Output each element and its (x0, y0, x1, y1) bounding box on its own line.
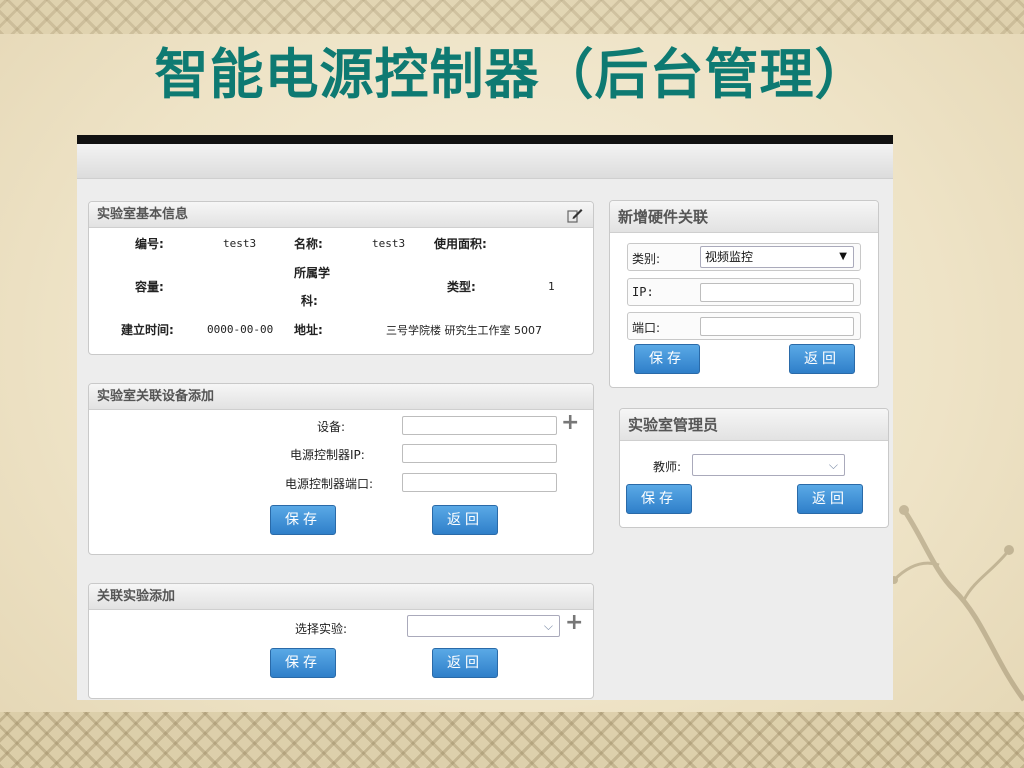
power-port-input[interactable] (402, 473, 557, 492)
hardware-ip-input[interactable] (700, 283, 854, 302)
device-add-title: 实验室关联设备添加 (97, 389, 215, 404)
experiment-add-title: 关联实验添加 (97, 589, 176, 604)
add-experiment-plus-icon[interactable]: + (565, 612, 583, 634)
subject-label-line2: 科: (301, 294, 318, 308)
hardware-save-button[interactable]: 保存 (634, 344, 700, 374)
category-row: 类别: 视频监控 ▼ (627, 243, 861, 271)
device-save-button[interactable]: 保存 (270, 505, 336, 535)
hardware-ip-label: IP: (632, 285, 654, 299)
teacher-select[interactable]: ⌵ (692, 454, 845, 476)
type-value: 1 (548, 280, 555, 293)
app-top-bar (77, 135, 893, 144)
category-select[interactable]: 视频监控 ▼ (700, 246, 854, 268)
chevron-down-icon: ⌵ (543, 619, 553, 633)
decorative-border-top (0, 0, 1024, 34)
created-label: 建立时间: (121, 323, 174, 337)
address-value: 三号学院楼 研究生工作室 5007 (386, 324, 542, 337)
admin-back-button[interactable]: 返回 (797, 484, 863, 514)
type-label: 类型: (447, 280, 476, 294)
lab-info-panel: 实验室基本信息 编号: test3 名称: test3 使用面积: 容量: 所属… (88, 201, 594, 355)
add-device-plus-icon[interactable]: + (561, 412, 579, 434)
device-add-panel: 实验室关联设备添加 设备: + 电源控制器IP: 电源控制器端口: 保存 返回 (88, 383, 594, 555)
chevron-down-icon: ⌵ (828, 458, 838, 472)
area-label: 使用面积: (434, 237, 487, 251)
admin-title: 实验室管理员 (628, 416, 719, 434)
experiment-select[interactable]: ⌵ (407, 615, 560, 637)
app-header (77, 144, 893, 179)
teacher-label: 教师: (653, 460, 682, 474)
device-back-button[interactable]: 返回 (432, 505, 498, 535)
address-label: 地址: (294, 323, 323, 337)
hardware-title: 新增硬件关联 (618, 208, 709, 226)
hardware-port-input[interactable] (700, 317, 854, 336)
hardware-back-button[interactable]: 返回 (789, 344, 855, 374)
admin-header: 实验室管理员 (620, 409, 888, 441)
number-value: test3 (223, 237, 257, 250)
power-port-label: 电源控制器端口: (285, 477, 374, 491)
hardware-header: 新增硬件关联 (610, 201, 878, 233)
lab-info-title: 实验室基本信息 (97, 207, 189, 222)
number-label: 编号: (135, 237, 164, 251)
name-value: test3 (372, 237, 406, 250)
admin-panel: 实验室管理员 教师: ⌵ 保存 返回 (619, 408, 889, 528)
device-input[interactable] (402, 416, 557, 435)
admin-screenshot: 实验室基本信息 编号: test3 名称: test3 使用面积: 容量: 所属… (77, 135, 893, 700)
hardware-panel: 新增硬件关联 类别: 视频监控 ▼ IP: 端口: 保存 返回 (609, 200, 879, 388)
experiment-back-button[interactable]: 返回 (432, 648, 498, 678)
port-row: 端口: (627, 312, 861, 340)
plum-branch-decoration (890, 505, 1024, 702)
experiment-select-label: 选择实验: (295, 622, 348, 636)
slide-title: 智能电源控制器（后台管理） (154, 43, 870, 106)
name-label: 名称: (294, 237, 323, 251)
hardware-port-label: 端口: (632, 321, 661, 335)
category-label: 类别: (632, 252, 661, 266)
capacity-label: 容量: (135, 280, 164, 294)
ip-row: IP: (627, 278, 861, 306)
device-label: 设备: (317, 420, 346, 434)
edit-icon[interactable] (567, 207, 583, 223)
subject-label-line1: 所属学 (294, 266, 331, 280)
admin-save-button[interactable]: 保存 (626, 484, 692, 514)
decorative-border-bottom (0, 712, 1024, 768)
device-add-header: 实验室关联设备添加 (89, 384, 593, 410)
experiment-add-panel: 关联实验添加 选择实验: ⌵ + 保存 返回 (88, 583, 594, 699)
lab-info-header: 实验室基本信息 (89, 202, 593, 228)
created-value: 0000-00-00 (207, 323, 274, 336)
power-ip-input[interactable] (402, 444, 557, 463)
power-ip-label: 电源控制器IP: (290, 448, 365, 462)
dropdown-arrow-icon: ▼ (839, 251, 847, 262)
experiment-add-header: 关联实验添加 (89, 584, 593, 610)
experiment-save-button[interactable]: 保存 (270, 648, 336, 678)
